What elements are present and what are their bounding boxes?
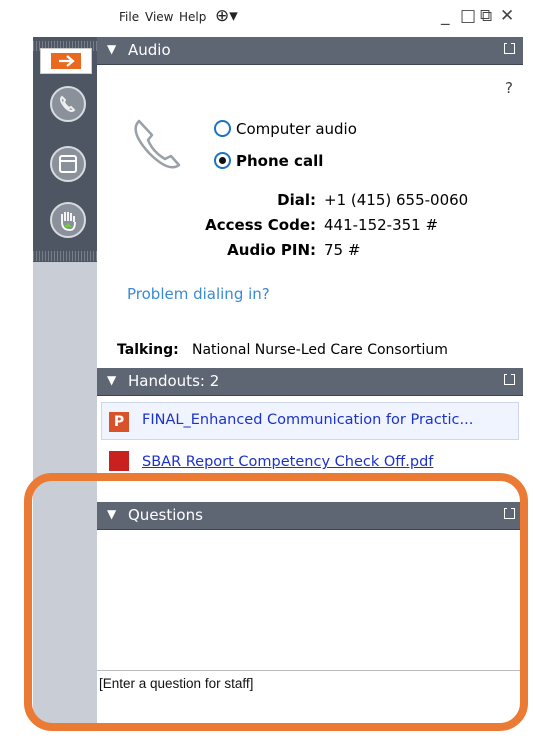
close-button[interactable]: ✕ [500, 6, 514, 26]
problem-dialing-link[interactable]: Problem dialing in? [127, 285, 270, 303]
powerpoint-icon: P [109, 412, 129, 432]
menu-help[interactable]: Help [179, 10, 206, 24]
access-code-label: Access Code: [205, 216, 316, 234]
phone-call-label[interactable]: Phone call [236, 152, 323, 170]
audio-pin-label: Audio PIN: [227, 241, 316, 259]
talking-label: Talking: [117, 342, 179, 358]
phone-icon[interactable] [50, 86, 86, 122]
restore-button[interactable]: □ [460, 6, 476, 26]
phone-handset-icon [127, 113, 189, 179]
collapse-panel-button[interactable] [40, 48, 92, 74]
dial-label: Dial: [277, 191, 316, 209]
handout-item[interactable]: P FINAL_Enhanced Communication for Pract… [101, 402, 519, 440]
computer-audio-radio[interactable] [214, 120, 231, 137]
menu-view[interactable]: View [145, 10, 173, 24]
phone-call-radio[interactable] [214, 152, 231, 169]
popout-icon[interactable] [504, 371, 515, 385]
audio-header-label: Audio [128, 41, 171, 59]
dial-value: +1 (415) 655-0060 [324, 191, 469, 209]
popout-icon[interactable] [504, 40, 515, 54]
computer-audio-label[interactable]: Computer audio [236, 120, 357, 138]
menu-bar: File View Help ⊕▾ _ □ ⧉ ✕ [97, 0, 533, 37]
bottom-grip [33, 251, 97, 261]
raise-hand-icon[interactable] [50, 202, 86, 238]
audio-panel: ? Computer audio Phone call Dial: +1 (41… [97, 65, 523, 368]
arrow-right-icon [51, 53, 81, 69]
handouts-header-label: Handouts: 2 [128, 372, 220, 390]
handout-link[interactable]: FINAL_Enhanced Communication for Practic… [142, 412, 473, 428]
handouts-header[interactable]: ▼ Handouts: 2 [97, 368, 523, 396]
pdf-icon [109, 451, 129, 471]
menu-file[interactable]: File [119, 10, 139, 24]
help-icon[interactable]: ? [505, 79, 513, 97]
globe-icon[interactable]: ⊕▾ [215, 6, 238, 26]
minimize-button[interactable]: _ [441, 6, 450, 26]
collapse-triangle-icon: ▼ [107, 42, 117, 56]
window-icon[interactable] [50, 146, 86, 182]
audio-pin-value: 75 # [324, 241, 361, 259]
access-code-value: 441-152-351 # [324, 216, 439, 234]
highlight-frame [24, 473, 528, 731]
audio-header[interactable]: ▼ Audio [97, 37, 523, 65]
popout-button[interactable]: ⧉ [480, 6, 492, 26]
collapse-triangle-icon: ▼ [107, 373, 117, 387]
talking-value: National Nurse-Led Care Consortium [192, 342, 448, 358]
handout-link[interactable]: SBAR Report Competency Check Off.pdf [142, 454, 433, 470]
